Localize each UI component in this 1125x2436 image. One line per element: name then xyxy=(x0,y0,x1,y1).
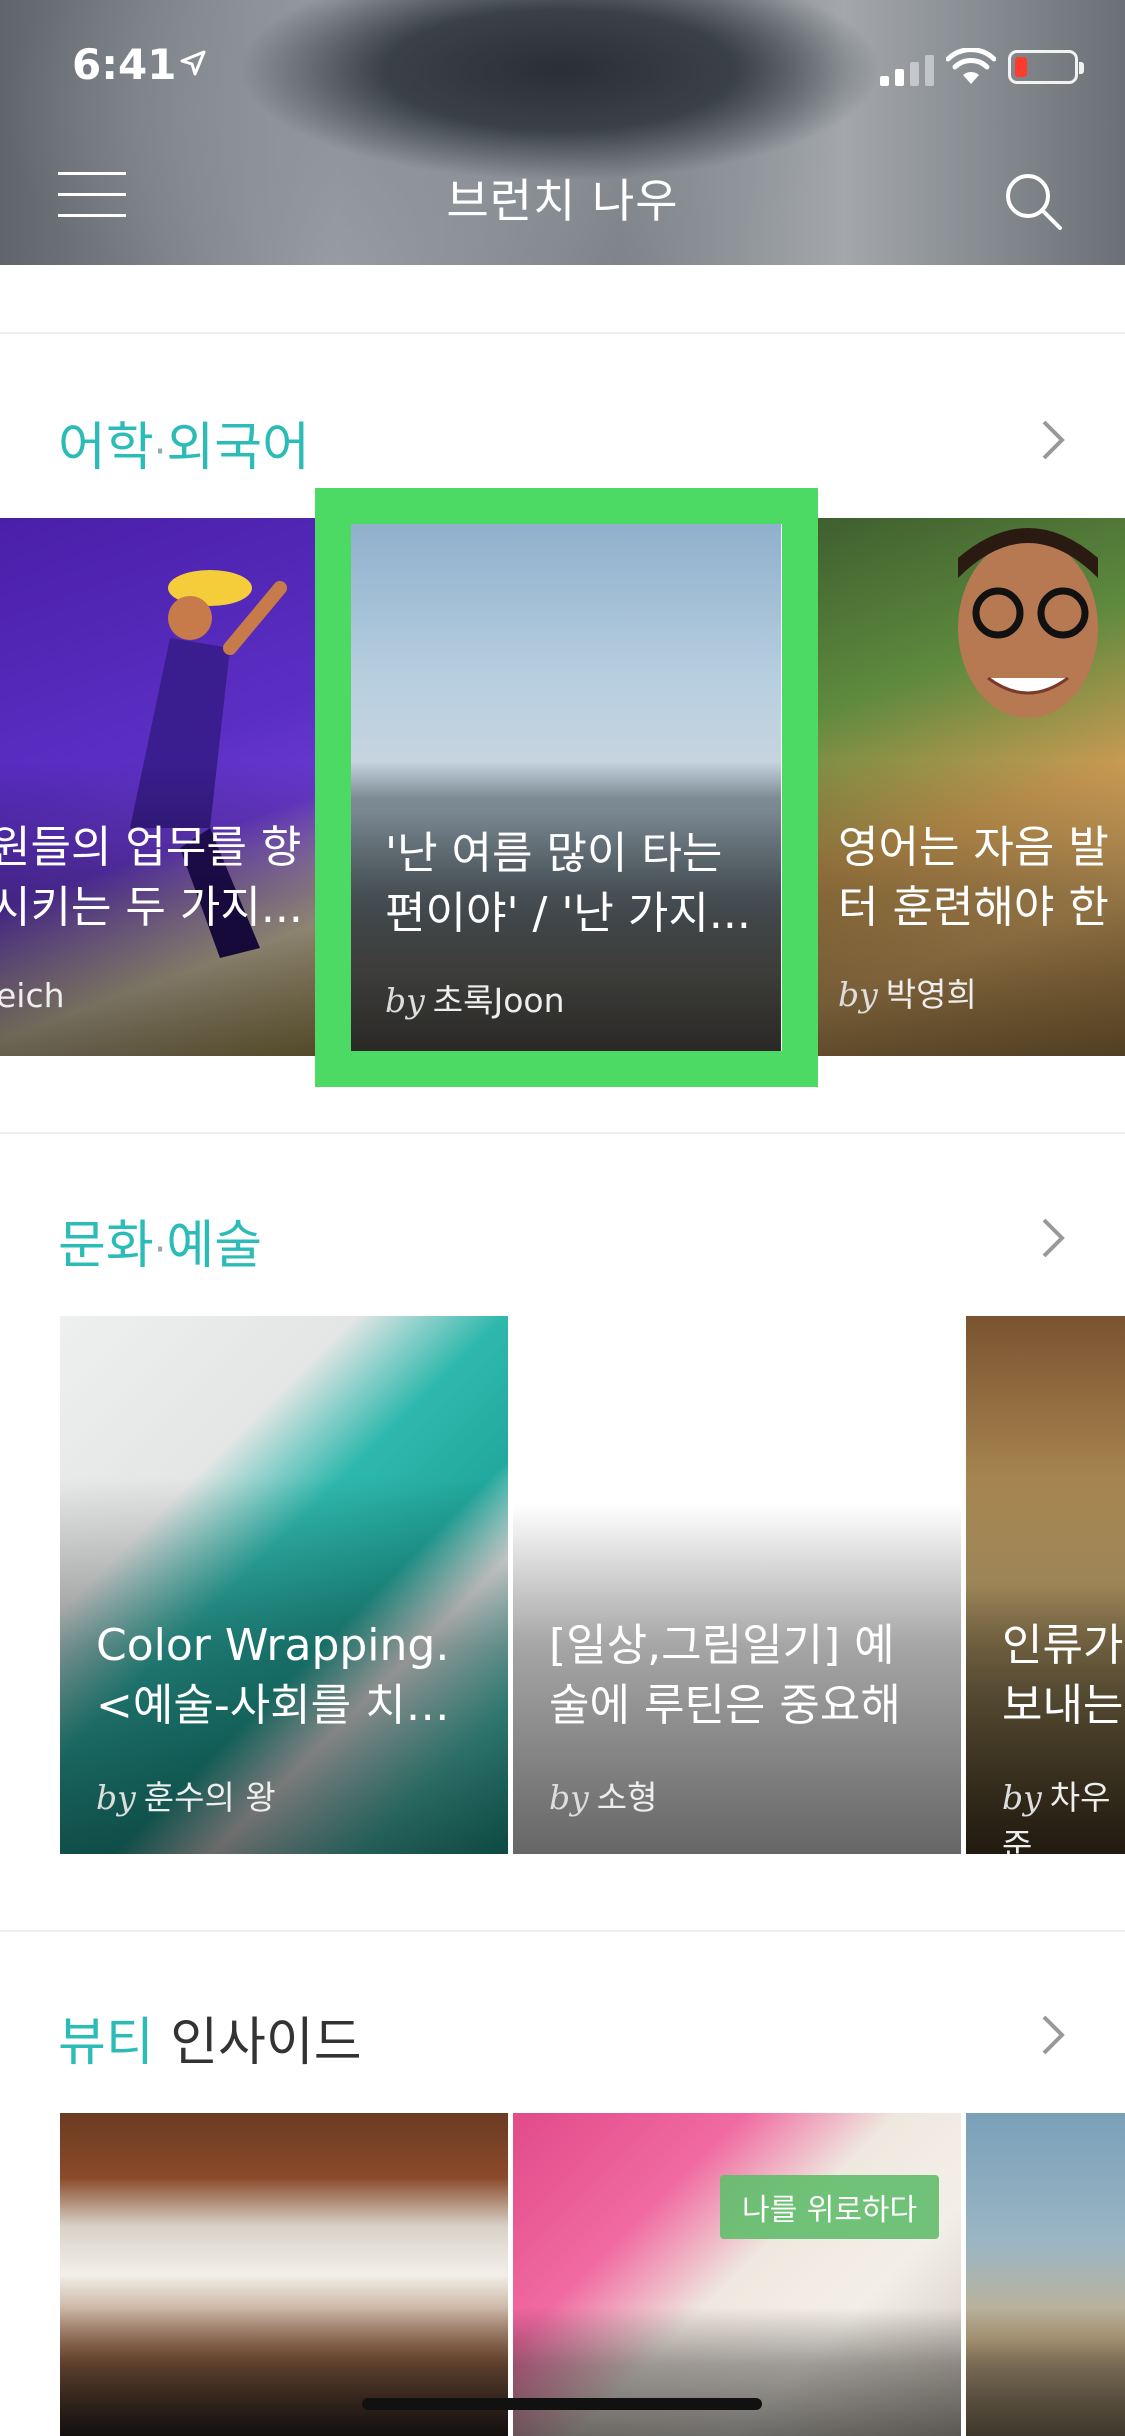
card-author: eich xyxy=(0,976,65,1015)
card-title: '난 여름 많이 타는 편이야' / '난 가지... xyxy=(385,828,751,939)
divider xyxy=(0,1132,1125,1134)
article-card[interactable]: Color Wrapping. <예술-사회를 치… by 훈수의 왕 xyxy=(60,1316,508,1854)
page-title: 브런치 나우 xyxy=(446,174,679,228)
cellular-signal-icon xyxy=(880,52,934,86)
card-title: 원들의 업무를 향 시키는 두 가지... xyxy=(0,822,303,933)
location-arrow-icon xyxy=(180,50,206,76)
home-indicator[interactable] xyxy=(362,2398,762,2410)
header: 6:41 브런치 나우 xyxy=(0,0,1125,265)
card-title: 영어는 자음 발 터 훈련해야 한 xyxy=(838,822,1109,933)
card-title: [일상,그림일기] 예 술에 루틴은 중요해 xyxy=(549,1620,901,1731)
card-title: Color Wrapping. <예술-사회를 치… xyxy=(96,1620,450,1731)
status-time: 6:41 xyxy=(72,40,177,89)
divider xyxy=(0,1930,1125,1932)
section-title-culture[interactable]: 문화·예술 xyxy=(58,1203,262,1278)
chevron-right-icon[interactable] xyxy=(1040,1216,1068,1260)
article-card[interactable]: 영어는 자음 발 터 훈련해야 한 by 박영희 xyxy=(818,518,1125,1056)
battery-icon xyxy=(1008,50,1084,84)
wifi-icon xyxy=(946,48,996,84)
card-author: by 소형 xyxy=(549,1778,658,1817)
card-author: by 초록Joon xyxy=(385,981,565,1020)
article-card[interactable] xyxy=(966,2113,1125,2436)
card-author: by 박영희 xyxy=(838,975,977,1014)
card-author: by 차우준 xyxy=(1002,1778,1111,1854)
article-card[interactable]: 인류가 보내는 by 차우준 xyxy=(966,1316,1125,1854)
article-card[interactable] xyxy=(513,2113,961,2436)
divider xyxy=(0,332,1125,334)
chevron-right-icon[interactable] xyxy=(1040,418,1068,462)
card-tag: 나를 위로하다 xyxy=(720,2175,940,2239)
section-title-beauty[interactable]: 뷰티 인사이드 xyxy=(58,2000,362,2075)
card-author: by 훈수의 왕 xyxy=(96,1778,276,1817)
chevron-right-icon[interactable] xyxy=(1040,2013,1068,2057)
search-icon[interactable] xyxy=(1002,170,1064,232)
article-card[interactable] xyxy=(60,2113,508,2436)
section-title-language[interactable]: 어학·외국어 xyxy=(58,405,310,480)
article-card[interactable]: 원들의 업무를 향 시키는 두 가지... eich xyxy=(0,518,315,1056)
article-card[interactable]: '난 여름 많이 타는 편이야' / '난 가지... by 초록Joon xyxy=(351,524,781,1052)
card-title: 인류가 보내는 xyxy=(1002,1620,1124,1731)
article-card[interactable]: [일상,그림일기] 예 술에 루틴은 중요해 by 소형 xyxy=(513,1316,961,1854)
